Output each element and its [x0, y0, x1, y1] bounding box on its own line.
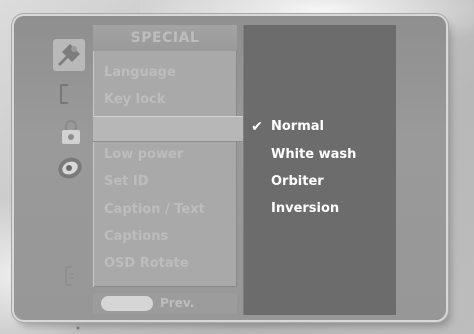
prev-label: Prev.: [160, 296, 195, 310]
option-white-wash[interactable]: White wash: [243, 141, 396, 169]
category-icon-strip: [16, 18, 86, 330]
menu-item-caption-text[interactable]: Caption / Text: [93, 197, 237, 223]
menu-item-osd-rotate[interactable]: OSD Rotate: [93, 251, 237, 277]
option-inversion[interactable]: Inversion: [243, 195, 396, 223]
option-label: Inversion: [271, 201, 340, 216]
dot-icon: [75, 316, 81, 330]
screen: SPECIAL Language Key lock Low power Set …: [0, 0, 474, 334]
option-label: Normal: [271, 119, 324, 134]
prev-button[interactable]: [101, 296, 153, 311]
bracket-icon[interactable]: [58, 84, 72, 104]
menu-item-low-power[interactable]: Low power: [93, 142, 237, 168]
menu-item-captions[interactable]: Captions: [93, 224, 237, 250]
option-label: White wash: [271, 147, 357, 162]
menu-item-selected[interactable]: [93, 116, 250, 142]
option-normal[interactable]: ✔ Normal: [243, 113, 396, 141]
option-orbiter[interactable]: Orbiter: [243, 168, 396, 196]
menu-item-set-id[interactable]: Set ID: [93, 169, 237, 195]
lock-icon[interactable]: [60, 118, 82, 146]
satellite-icon[interactable]: [52, 38, 86, 72]
menu-item-language[interactable]: Language: [93, 60, 237, 86]
menu-title: SPECIAL: [93, 25, 237, 51]
menu-item-key-lock[interactable]: Key lock: [93, 87, 237, 113]
check-icon: ✔: [251, 119, 263, 135]
option-label: Orbiter: [271, 174, 324, 189]
disc-icon[interactable]: [56, 155, 84, 181]
small-bracket-icon[interactable]: [64, 266, 76, 286]
